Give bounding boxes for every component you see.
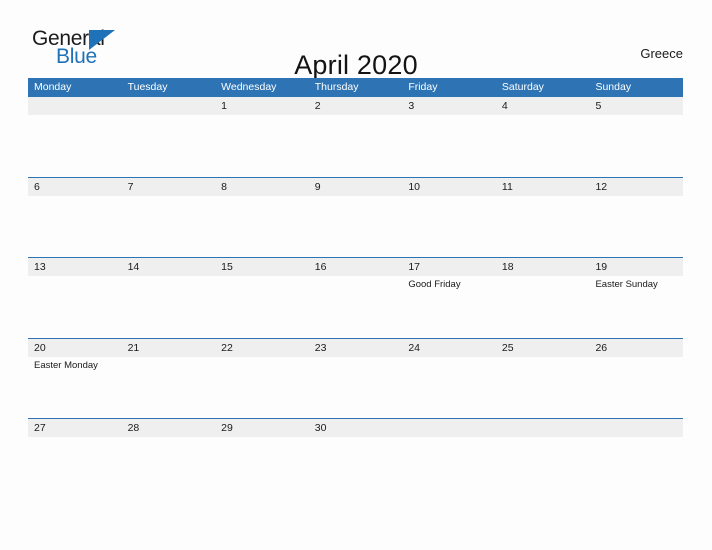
day-cell[interactable]: 26 (589, 339, 683, 419)
page-header: General Blue April 2020 Greece (0, 0, 712, 81)
day-number: 13 (34, 261, 46, 273)
day-event: Easter Monday (34, 359, 98, 371)
day-number: 14 (127, 261, 140, 273)
day-number: 28 (127, 422, 140, 434)
day-number: 7 (127, 180, 134, 193)
day-cell[interactable]: 5 (589, 97, 683, 177)
day-event: Good Friday (408, 279, 461, 290)
day-cell[interactable]: 24 (402, 339, 496, 419)
day-cell[interactable]: 28 (122, 419, 216, 499)
day-cell[interactable]: 17 Good Friday (402, 258, 496, 338)
day-cell[interactable]: 7 (122, 178, 216, 258)
day-cell[interactable]: 16 (309, 258, 403, 338)
day-number: 16 (314, 261, 327, 273)
calendar-grid: Monday Tuesday Wednesday Thursday Friday… (28, 78, 683, 499)
day-number: 10 (408, 180, 420, 193)
day-cell[interactable]: 14 (122, 258, 216, 338)
day-number: 3 (408, 100, 415, 112)
day-cell[interactable]: 1 (215, 97, 309, 177)
week-row: 13 14 15 16 17 Good Friday 18 19 Easter … (28, 257, 683, 338)
day-number: 17 (408, 261, 420, 273)
week-row: 1 2 3 4 5 (28, 96, 683, 177)
day-number: 29 (221, 422, 233, 434)
weekday-sunday: Sunday (595, 81, 632, 93)
day-cell[interactable]: 15 (215, 258, 309, 338)
day-cell[interactable]: 18 (496, 258, 590, 338)
weekday-thursday: Thursday (314, 81, 359, 93)
day-number: 20 (34, 341, 46, 354)
day-cell[interactable] (28, 97, 122, 177)
day-cell[interactable]: 20 Easter Monday (28, 339, 122, 419)
day-number: 24 (408, 341, 420, 354)
day-cell[interactable]: 9 (309, 178, 403, 258)
day-cell[interactable]: 27 (28, 419, 122, 499)
weekday-header-row: Monday Tuesday Wednesday Thursday Friday… (28, 78, 683, 96)
day-cell[interactable]: 10 (402, 178, 496, 258)
week-row: 20 Easter Monday 21 22 23 24 25 26 (28, 337, 683, 419)
day-cell[interactable] (402, 419, 496, 499)
day-number: 4 (501, 100, 508, 112)
day-number: 9 (314, 180, 321, 193)
day-cell[interactable]: 23 (309, 339, 403, 419)
day-number: 25 (501, 341, 514, 354)
day-cell[interactable]: 11 (496, 178, 590, 258)
day-cell[interactable]: 13 (28, 258, 122, 338)
calendar-page: General Blue April 2020 Greece Monday Tu… (0, 0, 712, 550)
day-cell[interactable]: 29 (215, 419, 309, 499)
day-number: 23 (314, 341, 327, 354)
day-cell[interactable]: 12 (589, 178, 683, 258)
country-label: Greece (640, 46, 683, 61)
day-number: 22 (221, 341, 233, 354)
week-row: 6 7 8 9 10 11 12 (28, 176, 683, 258)
day-cell[interactable] (122, 97, 216, 177)
day-number: 2 (314, 100, 321, 112)
day-number: 1 (221, 100, 227, 112)
day-number: 21 (127, 341, 140, 354)
day-number: 18 (501, 261, 514, 273)
day-number: 12 (595, 180, 608, 193)
day-cell[interactable]: 22 (215, 339, 309, 419)
day-cell[interactable]: 4 (496, 97, 590, 177)
weekday-monday: Monday (34, 81, 72, 93)
page-title: April 2020 (294, 50, 418, 81)
day-cell[interactable]: 8 (215, 178, 309, 258)
day-number: 27 (34, 422, 46, 434)
day-cell[interactable]: 25 (496, 339, 590, 419)
day-cell[interactable]: 2 (309, 97, 403, 177)
day-cell[interactable] (589, 419, 683, 499)
day-number: 8 (221, 180, 227, 193)
day-number: 30 (314, 422, 327, 434)
weekday-wednesday: Wednesday (221, 81, 277, 93)
day-cell[interactable] (496, 419, 590, 499)
day-number: 6 (34, 180, 40, 193)
day-number: 15 (221, 261, 233, 273)
weekday-tuesday: Tuesday (127, 81, 168, 93)
day-cell[interactable]: 21 (122, 339, 216, 419)
day-cell[interactable]: 19 Easter Sunday (589, 258, 683, 338)
weekday-saturday: Saturday (501, 81, 544, 93)
day-number: 26 (595, 341, 608, 354)
day-event: Easter Sunday (595, 279, 658, 290)
day-number: 19 (595, 261, 608, 273)
day-number: 5 (595, 100, 602, 112)
day-number: 11 (501, 180, 513, 193)
week-row: 27 28 29 30 (28, 418, 683, 499)
weekday-friday: Friday (408, 81, 438, 93)
day-cell[interactable]: 3 (402, 97, 496, 177)
day-cell[interactable]: 6 (28, 178, 122, 258)
day-cell[interactable]: 30 (309, 419, 403, 499)
